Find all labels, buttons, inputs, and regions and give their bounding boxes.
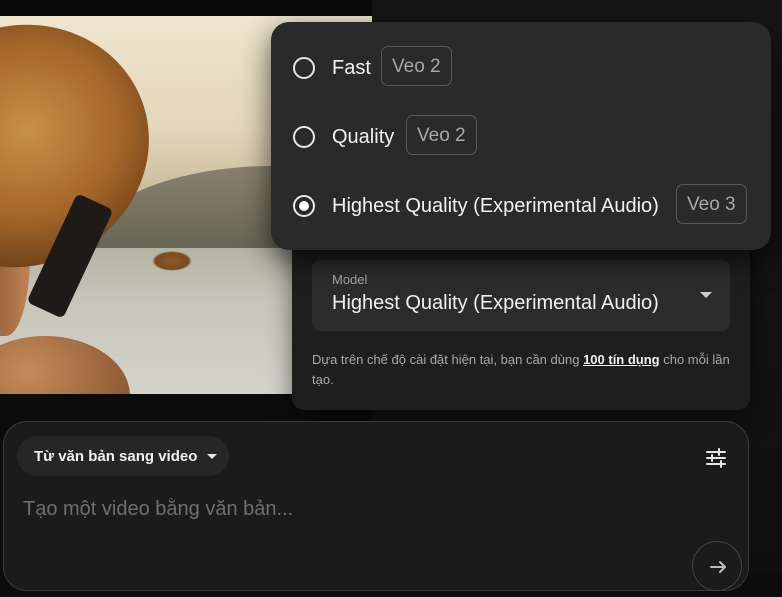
send-button[interactable] [692,541,742,591]
radio-selected-icon[interactable] [293,195,315,217]
mode-label: Từ văn bản sang video [34,448,198,465]
model-select[interactable]: Model Highest Quality (Experimental Audi… [312,260,730,331]
veo-version-badge: Veo 2 [381,46,452,86]
option-label: Fast [332,57,371,79]
prompt-composer: Từ văn bản sang video [3,421,749,591]
radio-icon[interactable] [293,126,315,148]
prompt-input[interactable] [21,494,685,524]
credit-note-prefix: Dựa trên chế độ cài đặt hiện tại, bạn cầ… [312,352,584,367]
model-select-label: Model [332,272,368,287]
chevron-down-icon [207,454,217,459]
mode-dropdown[interactable]: Từ văn bản sang video [17,436,229,476]
arrow-right-icon [710,561,726,573]
option-label: Quality [332,126,395,148]
credit-note: Dựa trên chế độ cài đặt hiện tại, bạn cầ… [312,350,732,390]
model-select-value: Highest Quality (Experimental Audio) [332,292,659,314]
model-dropdown-menu: Fast Veo 2 Quality Veo 2 Highest Quality… [271,22,771,250]
chevron-down-icon [700,292,712,298]
model-option-fast[interactable]: Fast Veo 2 [271,35,771,91]
thumbnail-boat [152,251,192,271]
model-option-highest-quality[interactable]: Highest Quality (Experimental Audio) Veo… [271,173,771,229]
credit-link[interactable]: 100 tín dụng [583,352,660,367]
tune-icon[interactable] [704,446,728,470]
model-option-quality[interactable]: Quality Veo 2 [271,104,771,160]
veo-version-badge: Veo 2 [406,115,477,155]
model-settings-panel: Model Highest Quality (Experimental Audi… [292,232,750,410]
veo-version-badge: Veo 3 [676,184,747,224]
radio-icon[interactable] [293,57,315,79]
option-label: Highest Quality (Experimental Audio) [332,195,659,217]
